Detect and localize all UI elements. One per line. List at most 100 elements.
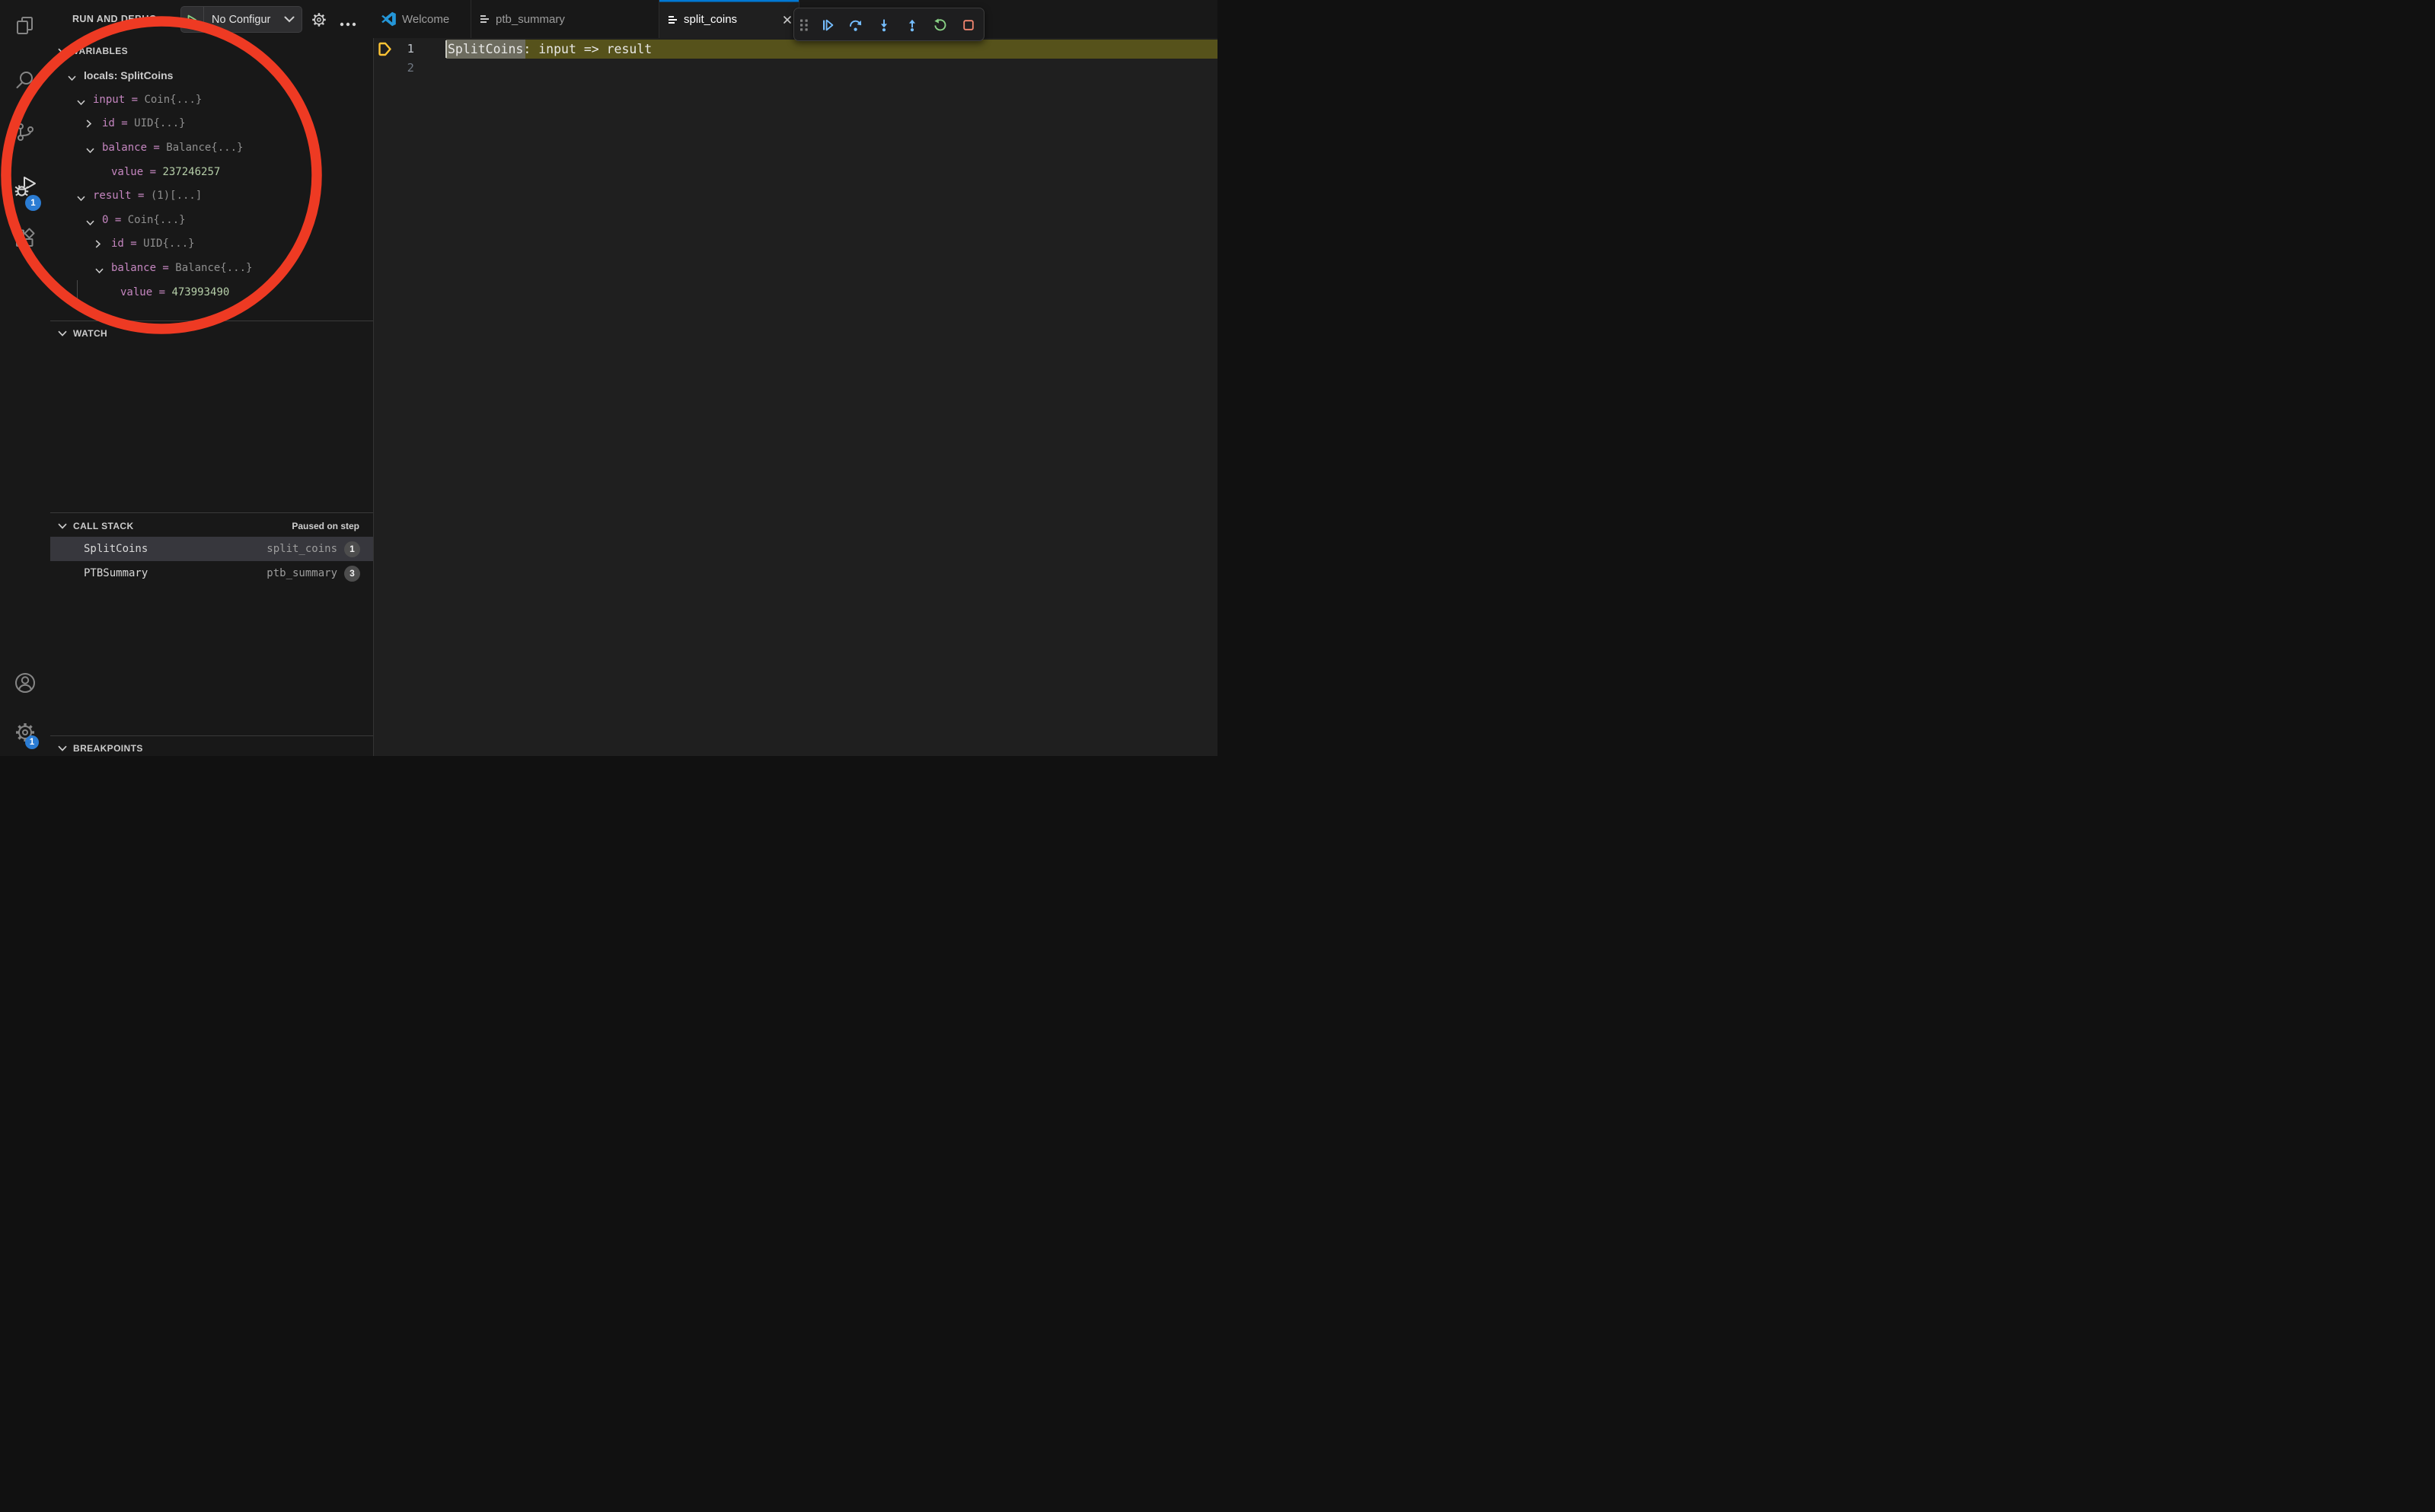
call-stack-frame-SplitCoins[interactable]: SplitCoins split_coins 1 bbox=[50, 537, 373, 561]
chevron-down-icon bbox=[284, 16, 295, 23]
file-list-icon bbox=[480, 14, 490, 24]
files-icon bbox=[14, 27, 37, 40]
section-divider bbox=[50, 512, 373, 513]
stop-button[interactable] bbox=[962, 18, 975, 32]
configuration-label: No Configur bbox=[212, 14, 270, 26]
tab-label: split_coins bbox=[684, 13, 737, 26]
var-row-value[interactable]: value = 237246257 bbox=[50, 160, 373, 184]
chevron-down-icon[interactable] bbox=[77, 193, 85, 205]
close-icon[interactable] bbox=[783, 15, 792, 24]
activity-bar-item-extensions[interactable] bbox=[14, 227, 37, 250]
var-row-balance[interactable]: balance = Balance{...} bbox=[50, 136, 373, 160]
variable-text: 0 = Coin{...} bbox=[102, 214, 186, 226]
badge: 1 bbox=[25, 735, 39, 749]
chevron-right-icon[interactable] bbox=[95, 239, 101, 251]
frame-name: PTBSummary bbox=[84, 567, 148, 579]
continue-button[interactable] bbox=[821, 18, 835, 32]
activity-bar-item-explorer[interactable] bbox=[14, 14, 37, 37]
start-debugging-icon[interactable] bbox=[187, 14, 197, 25]
frame-source: ptb_summary bbox=[266, 567, 337, 579]
extensions-icon bbox=[14, 240, 37, 253]
watch-label: WATCH bbox=[73, 328, 107, 339]
scope-label: locals: SplitCoins bbox=[84, 69, 173, 81]
file-list-icon bbox=[668, 14, 678, 25]
breakpoints-label: BREAKPOINTS bbox=[73, 743, 143, 754]
var-row-0[interactable]: 0 = Coin{...} bbox=[50, 208, 373, 232]
ellipsis-icon[interactable] bbox=[340, 17, 356, 30]
drag-handle[interactable] bbox=[799, 18, 813, 32]
tab-label: Welcome bbox=[402, 13, 449, 26]
step-over-icon bbox=[849, 22, 863, 35]
chevron-down-icon bbox=[58, 44, 67, 58]
frame-name: SplitCoins bbox=[84, 543, 148, 555]
chevron-down-icon[interactable] bbox=[68, 72, 76, 85]
tab-ptb_summary[interactable]: ptb_summary bbox=[471, 0, 659, 38]
sidebar-title: RUN AND DEBUG bbox=[72, 14, 157, 24]
dropdown-divider bbox=[203, 7, 204, 32]
variable-text: id = UID{...} bbox=[111, 238, 195, 250]
highlighted-word: SplitCoins bbox=[448, 42, 523, 56]
line-number: 2 bbox=[381, 59, 414, 78]
chevron-down-icon bbox=[58, 519, 67, 533]
variables-section-header[interactable]: VARIABLES bbox=[58, 43, 128, 59]
var-row-value[interactable]: value = 473993490 bbox=[50, 280, 373, 305]
breakpoints-section-header[interactable]: BREAKPOINTS bbox=[58, 741, 143, 756]
call-stack-label: CALL STACK bbox=[73, 521, 134, 531]
chevron-down-icon[interactable] bbox=[86, 145, 94, 157]
source-control-icon bbox=[14, 133, 37, 146]
variable-text: result = (1)[...] bbox=[93, 190, 202, 202]
restart-icon bbox=[933, 22, 947, 35]
call-stack-section-header[interactable]: CALL STACK bbox=[58, 518, 134, 534]
variable-text: value = 237246257 bbox=[111, 166, 220, 178]
step-out-icon bbox=[905, 22, 919, 35]
code-text: : input => result bbox=[523, 42, 652, 56]
var-row-input[interactable]: input = Coin{...} bbox=[50, 88, 373, 112]
debug-toolbar bbox=[793, 8, 985, 41]
step-out-button[interactable] bbox=[905, 18, 919, 32]
vscode-logo-icon bbox=[381, 11, 396, 27]
step-into-icon bbox=[877, 22, 891, 35]
variable-text: id = UID{...} bbox=[102, 117, 186, 129]
code-line-1[interactable]: SplitCoins: input => result bbox=[448, 40, 652, 59]
step-into-button[interactable] bbox=[877, 18, 891, 32]
call-stack-frame-PTBSummary[interactable]: PTBSummary ptb_summary 3 bbox=[50, 561, 373, 585]
frame-badge: 3 bbox=[344, 566, 360, 582]
debug-status-text: Paused on step bbox=[292, 521, 359, 531]
variable-text: balance = Balance{...} bbox=[102, 142, 243, 154]
chevron-down-icon bbox=[58, 327, 67, 340]
variable-text: value = 473993490 bbox=[120, 286, 229, 298]
activity-bar-item-search[interactable] bbox=[14, 69, 37, 91]
frame-badge: 1 bbox=[344, 541, 360, 557]
activity-bar-item-source-control[interactable] bbox=[14, 120, 37, 143]
variable-text: balance = Balance{...} bbox=[111, 262, 252, 274]
var-row-id[interactable]: id = UID{...} bbox=[50, 231, 373, 256]
stop-icon bbox=[962, 22, 975, 35]
line-number: 1 bbox=[381, 40, 414, 59]
variable-text: input = Coin{...} bbox=[93, 94, 202, 106]
chevron-down-icon[interactable] bbox=[77, 97, 85, 109]
chevron-down-icon[interactable] bbox=[95, 265, 104, 277]
badge: 1 bbox=[25, 195, 41, 211]
chevron-down-icon bbox=[58, 742, 67, 755]
gear-icon[interactable] bbox=[311, 11, 333, 38]
var-row-balance[interactable]: balance = Balance{...} bbox=[50, 256, 373, 280]
launch-configuration-dropdown[interactable]: No Configur bbox=[180, 6, 302, 33]
gripper-icon bbox=[799, 22, 809, 35]
text-cursor bbox=[445, 40, 447, 58]
continue-icon bbox=[821, 22, 835, 35]
chevron-down-icon[interactable] bbox=[86, 217, 94, 229]
variables-label: VARIABLES bbox=[73, 46, 128, 56]
watch-section-header[interactable]: WATCH bbox=[58, 326, 107, 341]
scope-row-locals[interactable]: locals: SplitCoins bbox=[50, 63, 373, 88]
tab-split_coins[interactable]: split_coins bbox=[659, 0, 799, 39]
step-over-button[interactable] bbox=[849, 18, 863, 32]
account-icon bbox=[14, 684, 37, 697]
chevron-right-icon[interactable] bbox=[86, 119, 92, 131]
frame-source: split_coins bbox=[266, 543, 337, 555]
tree-indent-guide bbox=[77, 280, 78, 303]
activity-bar-item-accounts[interactable] bbox=[14, 671, 37, 694]
var-row-result[interactable]: result = (1)[...] bbox=[50, 183, 373, 208]
restart-button[interactable] bbox=[933, 18, 947, 32]
var-row-id[interactable]: id = UID{...} bbox=[50, 111, 373, 136]
tab-Welcome[interactable]: Welcome bbox=[373, 0, 471, 38]
